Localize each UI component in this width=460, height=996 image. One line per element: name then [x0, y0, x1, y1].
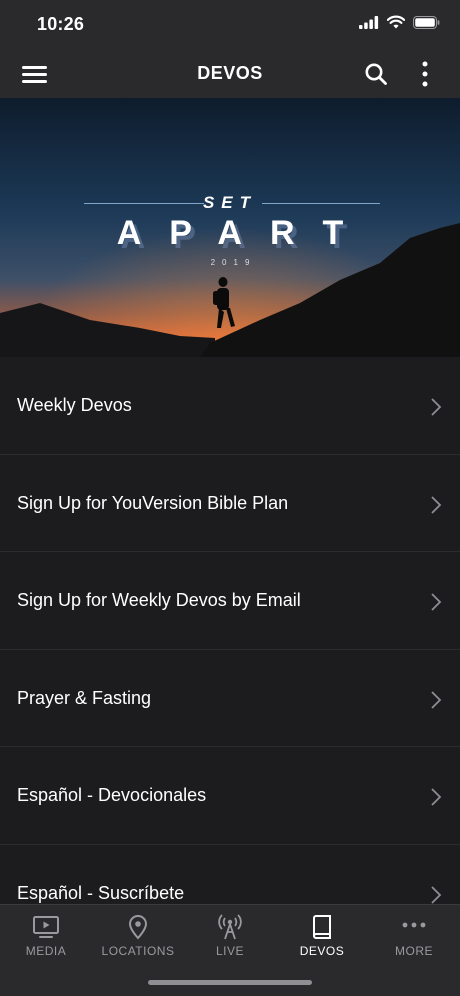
list-item-youversion-plan[interactable]: Sign Up for YouVersion Bible Plan [0, 455, 460, 553]
broadcast-tower-icon [218, 914, 242, 940]
tab-label: DEVOS [299, 944, 345, 958]
search-icon[interactable] [364, 62, 388, 86]
chevron-right-icon [431, 886, 442, 904]
tab-label: MORE [395, 944, 433, 958]
tab-live[interactable]: LIVE [184, 905, 276, 965]
list-item-email-signup[interactable]: Sign Up for Weekly Devos by Email [0, 552, 460, 650]
tab-label: LIVE [215, 944, 244, 958]
book-icon [313, 915, 331, 939]
list-item-label: Sign Up for Weekly Devos by Email [17, 590, 301, 611]
tv-play-icon [33, 916, 59, 938]
list-item-label: Español - Suscríbete [17, 882, 185, 903]
list-item-weekly-devos[interactable]: Weekly Devos [0, 357, 460, 455]
nav-bar: DEVOS [0, 50, 460, 98]
kebab-menu-icon[interactable] [418, 60, 432, 88]
hero-subtitle: SET [202, 193, 258, 212]
status-icons [359, 15, 440, 29]
wifi-icon [387, 15, 405, 29]
tab-more[interactable]: MORE [368, 905, 460, 965]
hero-title: APART [116, 214, 372, 252]
chevron-right-icon [431, 593, 442, 611]
more-dots-icon [402, 922, 426, 928]
chevron-right-icon [431, 495, 442, 514]
tab-label: MEDIA [25, 944, 67, 958]
chevron-right-icon [431, 788, 442, 807]
home-indicator[interactable] [148, 980, 312, 985]
list-item-label: Español - Devocionales [17, 785, 207, 806]
list-item-espanol-devocionales[interactable]: Español - Devocionales [0, 747, 460, 845]
hero-banner[interactable]: SET APART 2019 [0, 98, 460, 357]
chevron-right-icon [431, 398, 442, 416]
status-time: 10:26 [37, 14, 85, 34]
list-item-label: Prayer & Fasting [17, 687, 152, 708]
list-item-prayer-fasting[interactable]: Prayer & Fasting [0, 650, 460, 748]
list-item-espanol-suscribete[interactable]: Español - Suscríbete [0, 845, 460, 904]
chevron-right-icon [431, 691, 442, 709]
devos-list: Weekly Devos Sign Up for YouVersion Bibl… [0, 357, 460, 904]
status-bar: 10:26 [0, 0, 460, 50]
hero-year: 2019 [210, 258, 257, 267]
battery-icon [413, 15, 440, 29]
location-pin-icon [128, 915, 148, 940]
tab-media[interactable]: MEDIA [0, 905, 92, 965]
tab-locations[interactable]: LOCATIONS [92, 905, 184, 965]
signal-icon [359, 15, 379, 29]
tab-label: LOCATIONS [101, 944, 175, 958]
list-item-label: Sign Up for YouVersion Bible Plan [17, 492, 289, 513]
list-item-label: Weekly Devos [17, 395, 132, 415]
page-title: DEVOS [197, 63, 263, 83]
tab-devos[interactable]: DEVOS [276, 905, 368, 965]
